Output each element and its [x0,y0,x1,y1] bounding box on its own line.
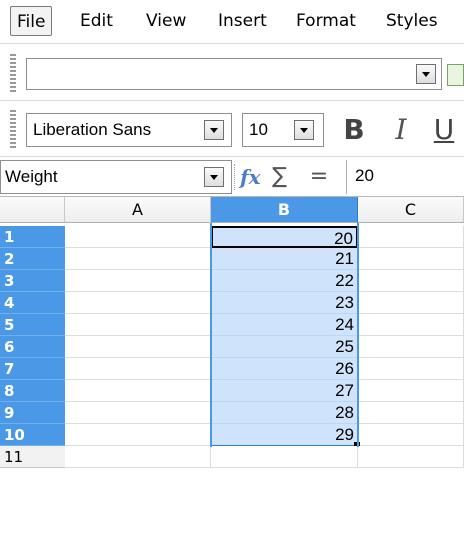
row-header[interactable]: 2 [0,248,65,270]
row-header[interactable]: 11 [0,446,65,468]
selection-border-right [357,223,359,447]
cell-b6[interactable]: 25 [211,336,358,358]
cell-b9[interactable]: 28 [211,402,358,424]
cell-c11[interactable] [358,446,464,468]
cell-b10[interactable]: 29 [211,424,358,446]
cell-c8[interactable] [358,380,464,402]
menu-file[interactable]: File [10,6,53,36]
menu-edit[interactable]: Edit [74,6,119,36]
name-box[interactable]: Weight [0,160,232,194]
row-header[interactable]: 8 [0,380,65,402]
toolbar-separator-1 [0,100,464,101]
cell-c5[interactable] [358,314,464,336]
font-name-dropdown-button[interactable] [204,120,224,140]
column-header-b[interactable]: B [211,197,358,223]
column-header-a[interactable]: A [65,197,211,223]
underline-button[interactable]: U [424,112,464,148]
cell-a8[interactable] [65,380,211,402]
cell-b2[interactable]: 21 [211,248,358,270]
cell-a9[interactable] [65,402,211,424]
formula-grip [234,164,236,190]
menu-bar: File Edit View Insert Format Styles [0,0,464,42]
table-icon[interactable] [447,64,464,86]
cell-a6[interactable] [65,336,211,358]
cell-c1[interactable] [358,226,464,248]
cell-a10[interactable] [65,424,211,446]
font-name-combo[interactable]: Liberation Sans [26,113,232,147]
toolbar-grip[interactable] [10,54,16,92]
cell-b1-active[interactable]: 20 [211,226,358,248]
cell-c10[interactable] [358,424,464,446]
cell-c3[interactable] [358,270,464,292]
menu-separator [0,43,464,44]
row-header[interactable]: 9 [0,402,65,424]
function-wizard-icon[interactable]: fx [240,160,268,194]
sum-icon[interactable]: ∑ [272,160,294,194]
menu-format[interactable]: Format [290,6,362,36]
row-header[interactable]: 6 [0,336,65,358]
cell-a1[interactable] [65,226,211,248]
name-box-dropdown-button[interactable] [204,167,224,187]
cell-c9[interactable] [358,402,464,424]
select-all-corner[interactable] [0,197,65,223]
cell-a11[interactable] [65,446,211,468]
cell-c2[interactable] [358,248,464,270]
row-header[interactable]: 7 [0,358,65,380]
cell-b8[interactable]: 27 [211,380,358,402]
cell-b3[interactable]: 22 [211,270,358,292]
menu-view[interactable]: View [140,6,192,36]
menu-styles[interactable]: Styles [380,6,444,36]
cell-b4[interactable]: 23 [211,292,358,314]
cell-a3[interactable] [65,270,211,292]
font-size-dropdown-button[interactable] [294,120,314,140]
equals-icon[interactable]: = [306,160,332,194]
row-header[interactable]: 1 [0,226,65,248]
cell-a7[interactable] [65,358,211,380]
cell-c6[interactable] [358,336,464,358]
row-header[interactable]: 10 [0,424,65,446]
cell-a2[interactable] [65,248,211,270]
cell-c4[interactable] [358,292,464,314]
spreadsheet-grid: A B C 1 20 2 21 3 22 4 23 5 24 6 25 7 26… [0,197,464,535]
apply-style-dropdown-button[interactable] [416,64,436,84]
name-box-value: Weight [5,167,58,186]
column-header-c[interactable]: C [358,197,464,223]
row-header[interactable]: 4 [0,292,65,314]
row-header[interactable]: 5 [0,314,65,336]
menu-insert[interactable]: Insert [212,6,273,36]
italic-button[interactable]: I [384,112,418,148]
cell-b7[interactable]: 26 [211,358,358,380]
selection-border-left [210,223,212,447]
row-header[interactable]: 3 [0,270,65,292]
cell-a4[interactable] [65,292,211,314]
cell-c7[interactable] [358,358,464,380]
font-name-value: Liberation Sans [33,120,152,139]
apply-style-combo[interactable] [26,58,442,90]
cell-b5[interactable]: 24 [211,314,358,336]
formula-input-value: 20 [355,166,374,185]
formula-input[interactable]: 20 [346,160,464,194]
cell-a5[interactable] [65,314,211,336]
cell-b11[interactable] [211,446,358,468]
bold-button[interactable]: B [334,112,374,148]
font-toolbar-grip[interactable] [10,110,16,148]
font-size-value: 10 [249,120,268,139]
